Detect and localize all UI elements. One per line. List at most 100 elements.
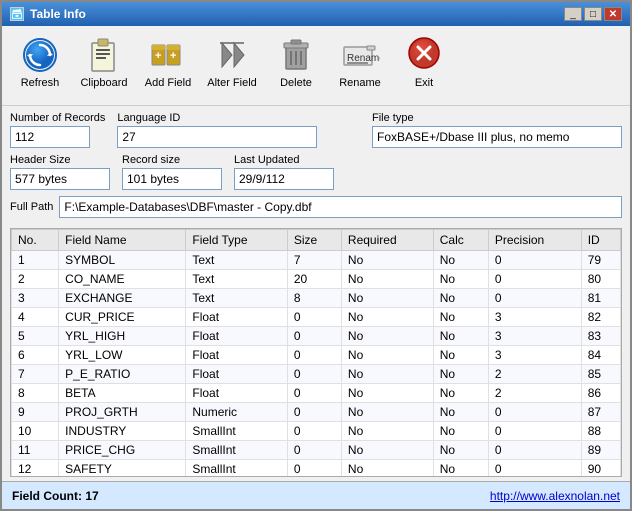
table-cell: 83 [581, 327, 620, 346]
table-cell: 0 [287, 365, 341, 384]
table-row[interactable]: 9PROJ_GRTHNumeric0NoNo087 [12, 403, 621, 422]
table-cell: 84 [581, 346, 620, 365]
table-cell: No [433, 422, 488, 441]
table-cell: 2 [488, 365, 581, 384]
refresh-button[interactable]: Refresh [10, 30, 70, 94]
table-cell: SYMBOL [59, 251, 186, 270]
table-cell: EXCHANGE [59, 289, 186, 308]
close-button[interactable]: ✕ [604, 7, 622, 21]
exit-button[interactable]: Exit [394, 30, 454, 94]
table-header: No. Field Name Field Type Size Required … [12, 230, 621, 251]
table-cell: 7 [287, 251, 341, 270]
table-cell: 87 [581, 403, 620, 422]
file-type-field: File type [372, 112, 622, 148]
table-cell: 79 [581, 251, 620, 270]
language-id-input[interactable] [117, 126, 317, 148]
table-cell: SmallInt [186, 460, 287, 477]
clipboard-button[interactable]: Clipboard [74, 30, 134, 94]
table-cell: 12 [12, 460, 59, 477]
record-size-field: Record size [122, 154, 222, 190]
table-cell: CO_NAME [59, 270, 186, 289]
record-size-label: Record size [122, 154, 222, 166]
svg-text:+: + [170, 50, 176, 62]
table-cell: 2 [488, 384, 581, 403]
add-field-label: Add Field [145, 77, 191, 89]
add-field-button[interactable]: + + Add Field [138, 30, 198, 94]
table-cell: No [341, 251, 433, 270]
header-size-input[interactable] [10, 168, 110, 190]
rename-button[interactable]: Rename Rename [330, 30, 390, 94]
table-cell: No [433, 441, 488, 460]
table-cell: No [341, 346, 433, 365]
table-cell: No [433, 289, 488, 308]
table-cell: 8 [287, 289, 341, 308]
table-row[interactable]: 11PRICE_CHGSmallInt0NoNo089 [12, 441, 621, 460]
table-row[interactable]: 8BETAFloat0NoNo286 [12, 384, 621, 403]
col-field-name: Field Name [59, 230, 186, 251]
record-size-input[interactable] [122, 168, 222, 190]
table-row[interactable]: 6YRL_LOWFloat0NoNo384 [12, 346, 621, 365]
last-updated-field: Last Updated [234, 154, 334, 190]
delete-button[interactable]: Delete [266, 30, 326, 94]
table-row[interactable]: 12SAFETYSmallInt0NoNo090 [12, 460, 621, 477]
table-cell: PROJ_GRTH [59, 403, 186, 422]
table-row[interactable]: 5YRL_HIGHFloat0NoNo383 [12, 327, 621, 346]
table-cell: 11 [12, 441, 59, 460]
table-row[interactable]: 7P_E_RATIOFloat0NoNo285 [12, 365, 621, 384]
table-row[interactable]: 2CO_NAMEText20NoNo080 [12, 270, 621, 289]
full-path-input[interactable] [59, 196, 622, 218]
table-cell: Float [186, 346, 287, 365]
num-records-input[interactable] [10, 126, 90, 148]
website-link[interactable]: http://www.alexnolan.net [490, 489, 620, 503]
table-cell: No [433, 384, 488, 403]
num-records-label: Number of Records [10, 112, 105, 124]
table-cell: 0 [287, 422, 341, 441]
language-id-field: Language ID [117, 112, 317, 148]
col-precision: Precision [488, 230, 581, 251]
svg-text:+: + [155, 50, 161, 62]
table-cell: No [433, 403, 488, 422]
table-cell: 0 [287, 441, 341, 460]
table-cell: CUR_PRICE [59, 308, 186, 327]
table-cell: 0 [488, 289, 581, 308]
header-size-field: Header Size [10, 154, 110, 190]
delete-icon [276, 35, 316, 75]
table-cell: 0 [287, 327, 341, 346]
table-cell: No [341, 289, 433, 308]
title-controls: _ □ ✕ [564, 7, 622, 21]
maximize-button[interactable]: □ [584, 7, 602, 21]
table-row[interactable]: 3EXCHANGEText8NoNo081 [12, 289, 621, 308]
file-type-input[interactable] [372, 126, 622, 148]
table-cell: YRL_HIGH [59, 327, 186, 346]
table-cell: 0 [287, 346, 341, 365]
table-cell: 89 [581, 441, 620, 460]
table-cell: No [341, 422, 433, 441]
table-cell: Float [186, 308, 287, 327]
table-cell: YRL_LOW [59, 346, 186, 365]
table-cell: 9 [12, 403, 59, 422]
last-updated-input[interactable] [234, 168, 334, 190]
table-cell: 3 [488, 308, 581, 327]
fields-table-container: No. Field Name Field Type Size Required … [10, 228, 622, 477]
fields-table-scroll[interactable]: No. Field Name Field Type Size Required … [11, 229, 621, 476]
table-cell: 6 [12, 346, 59, 365]
minimize-button[interactable]: _ [564, 7, 582, 21]
table-row[interactable]: 1SYMBOLText7NoNo079 [12, 251, 621, 270]
table-cell: 0 [287, 308, 341, 327]
alter-field-label: Alter Field [207, 77, 257, 89]
table-cell: 0 [287, 460, 341, 477]
svg-text:Rename: Rename [347, 53, 380, 64]
table-row[interactable]: 10INDUSTRYSmallInt0NoNo088 [12, 422, 621, 441]
table-cell: No [341, 365, 433, 384]
table-cell: 0 [488, 251, 581, 270]
table-cell: 0 [287, 384, 341, 403]
window-icon: 🗃 [10, 7, 24, 21]
field-count-text: Field Count: 17 [12, 489, 99, 503]
table-cell: P_E_RATIO [59, 365, 186, 384]
table-row[interactable]: 4CUR_PRICEFloat0NoNo382 [12, 308, 621, 327]
add-field-icon: + + [148, 35, 188, 75]
alter-field-button[interactable]: Alter Field [202, 30, 262, 94]
table-cell: 81 [581, 289, 620, 308]
table-cell: Text [186, 289, 287, 308]
table-cell: 10 [12, 422, 59, 441]
